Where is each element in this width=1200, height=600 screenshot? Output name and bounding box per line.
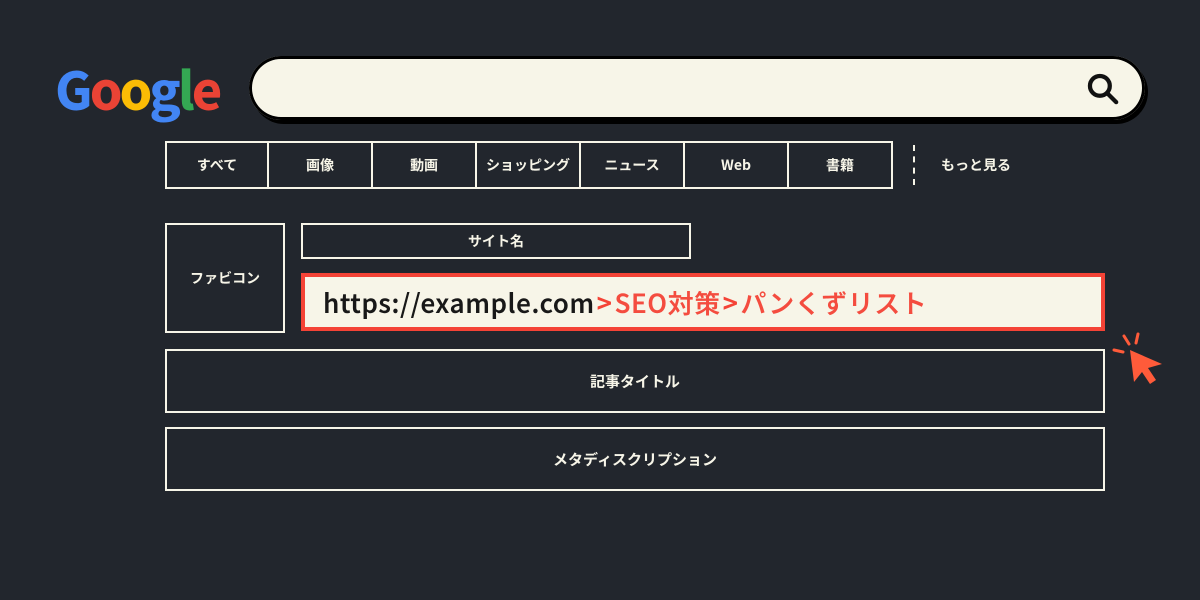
breadcrumb-sep-1: > bbox=[595, 284, 615, 321]
breadcrumb-sep-2: > bbox=[721, 284, 741, 321]
tab-books[interactable]: 書籍 bbox=[787, 141, 893, 189]
site-name-box: サイト名 bbox=[301, 223, 691, 259]
breadcrumb-seg-2: パンくずリスト bbox=[740, 284, 927, 321]
tabs-divider bbox=[913, 145, 915, 185]
search-tabs: すべて 画像 動画 ショッピング ニュース Web 書籍 もっと見る bbox=[165, 141, 1145, 189]
tab-all[interactable]: すべて bbox=[165, 141, 269, 189]
google-logo: Google bbox=[55, 50, 219, 125]
breadcrumb-seg-1: SEO対策 bbox=[614, 284, 720, 321]
tab-images[interactable]: 画像 bbox=[267, 141, 373, 189]
breadcrumb-box: https://example.com > SEO対策 > パンくずリスト bbox=[301, 273, 1105, 331]
tab-more[interactable]: もっと見る bbox=[937, 141, 1015, 189]
breadcrumb-url: https://example.com bbox=[323, 284, 595, 321]
meta-description-box: メタディスクリプション bbox=[165, 427, 1105, 491]
article-title-box: 記事タイトル bbox=[165, 349, 1105, 413]
favicon-box: ファビコン bbox=[165, 223, 285, 333]
tab-videos[interactable]: 動画 bbox=[371, 141, 477, 189]
tab-shopping[interactable]: ショッピング bbox=[475, 141, 581, 189]
search-input[interactable] bbox=[249, 56, 1145, 120]
search-result: ファビコン サイト名 https://example.com > SEO対策 >… bbox=[165, 223, 1105, 491]
cursor-click-icon bbox=[1110, 330, 1170, 395]
search-icon bbox=[1085, 71, 1119, 105]
tab-news[interactable]: ニュース bbox=[579, 141, 685, 189]
tab-web[interactable]: Web bbox=[683, 141, 789, 189]
